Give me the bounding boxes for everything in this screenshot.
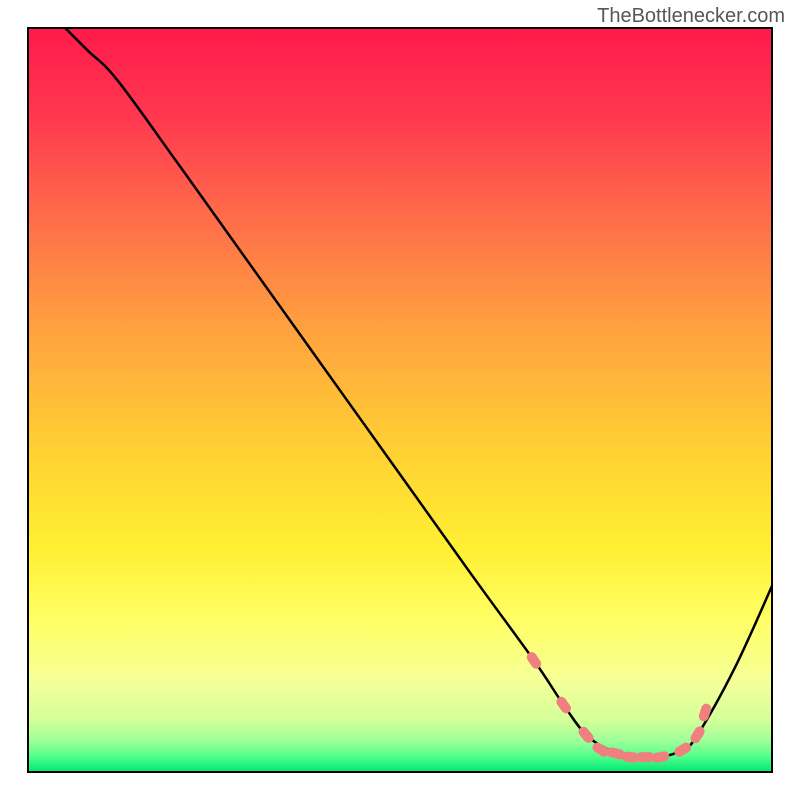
bottleneck-chart: TheBottlenecker.com	[0, 0, 800, 800]
watermark-text: TheBottlenecker.com	[597, 5, 785, 28]
gradient-background	[28, 28, 772, 772]
chart-svg	[0, 0, 800, 800]
